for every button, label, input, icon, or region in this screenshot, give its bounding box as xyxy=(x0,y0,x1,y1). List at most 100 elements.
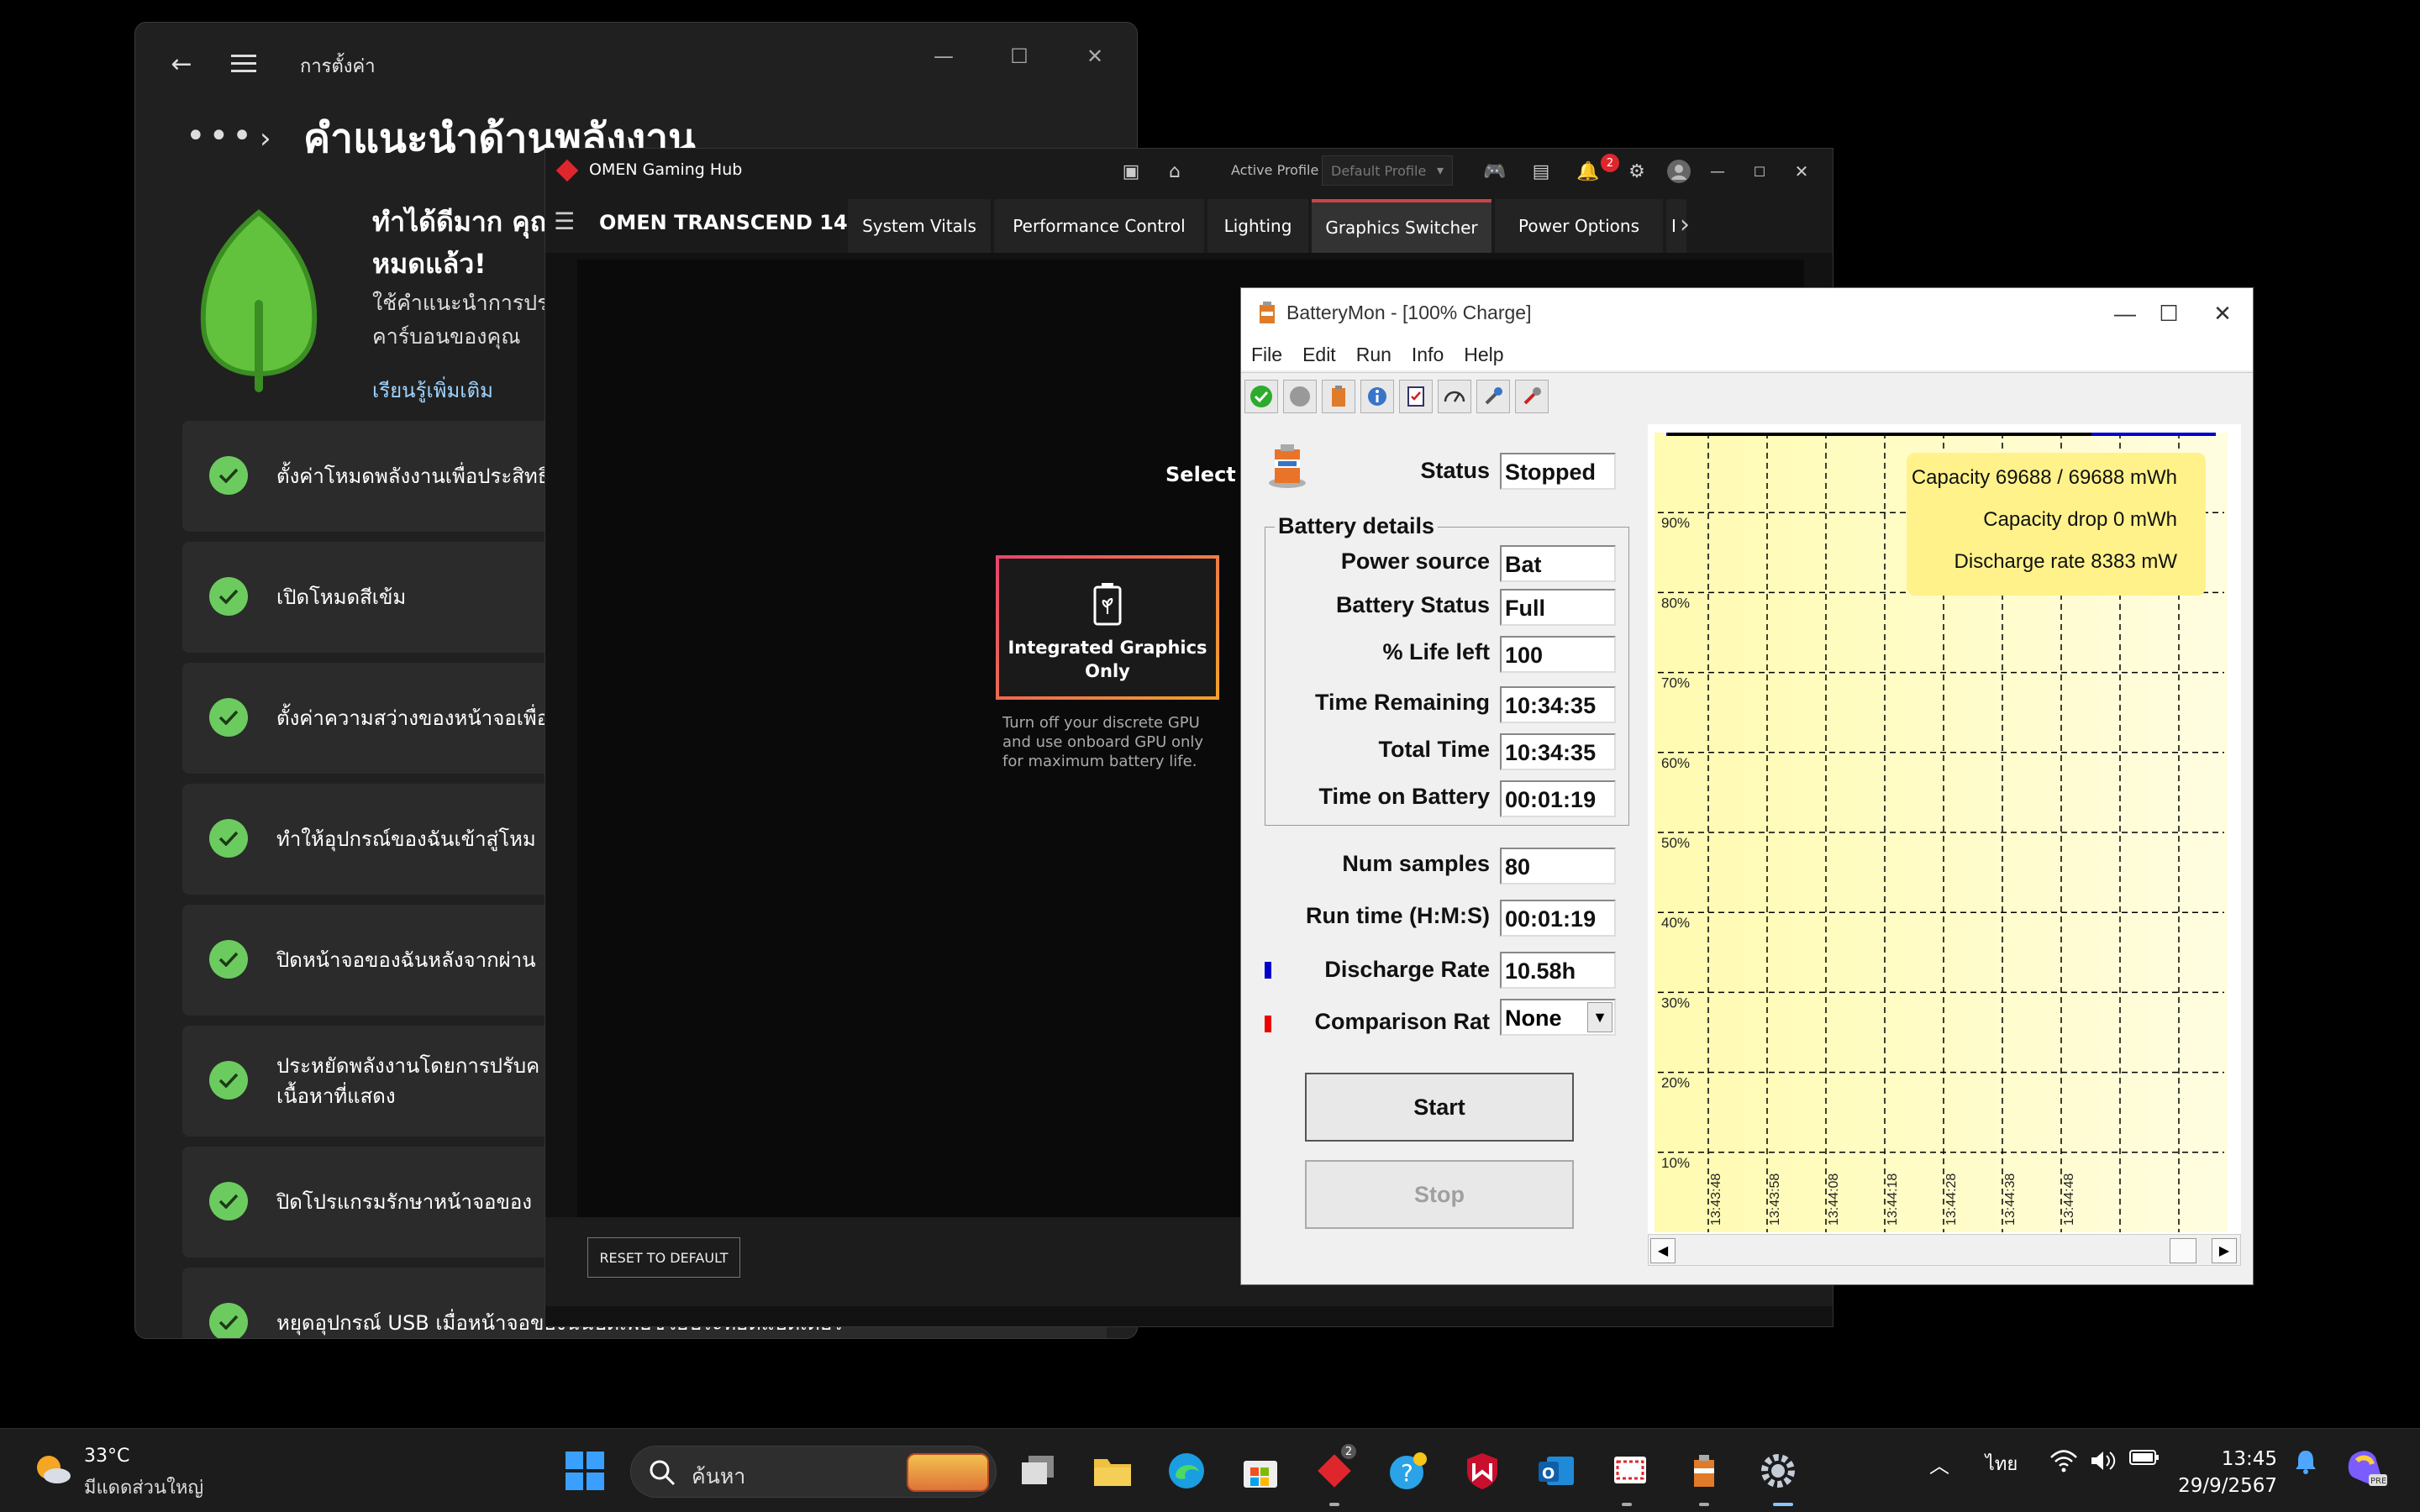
menu-run[interactable]: Run xyxy=(1346,339,1402,370)
battery-details-title: Battery details xyxy=(1275,513,1439,539)
settings-app-title: การตั้งค่า xyxy=(300,56,376,77)
info-toolbar-icon[interactable] xyxy=(1360,380,1394,413)
active-profile-label: Active Profile xyxy=(1231,162,1319,178)
partly-sunny-icon[interactable] xyxy=(30,1447,74,1491)
edge-browser-icon[interactable] xyxy=(1163,1447,1210,1494)
comparison-rate-marker xyxy=(1265,1016,1271,1032)
close-button[interactable]: ✕ xyxy=(1789,159,1814,184)
menu-file[interactable]: File xyxy=(1241,339,1292,370)
reset-to-default-button[interactable]: RESET TO DEFAULT xyxy=(587,1237,740,1278)
maximize-button[interactable]: ☐ xyxy=(994,39,1044,73)
close-button[interactable]: ✕ xyxy=(2197,295,2248,332)
gamepad-icon[interactable]: 🎮 xyxy=(1476,159,1513,184)
omen-titlebar: OMEN Gaming Hub ▣ ⌂ Active Profile Defau… xyxy=(545,149,1833,192)
weather-temperature[interactable]: 33°C xyxy=(84,1446,129,1467)
chevron-up-icon[interactable]: ︿ xyxy=(1924,1449,1954,1478)
batterymon-title: BatteryMon - [100% Charge] xyxy=(1286,302,1532,323)
batterymon-taskbar-icon[interactable] xyxy=(1681,1447,1728,1494)
time-remaining-value: 10:34:35 xyxy=(1500,686,1616,723)
stop-toolbar-icon[interactable] xyxy=(1283,380,1317,413)
total-time-value: 10:34:35 xyxy=(1500,733,1616,770)
copilot-icon[interactable]: PRE xyxy=(2343,1449,2390,1488)
taskbar-search[interactable]: ค้นหา xyxy=(630,1446,997,1498)
battery-status-icon xyxy=(1269,444,1306,488)
tab-power-options[interactable]: Power Options xyxy=(1495,199,1663,253)
search-placeholder: ค้นหา xyxy=(692,1464,746,1488)
start-button[interactable]: Start xyxy=(1305,1073,1574,1142)
active-profile-dropdown[interactable]: Default Profile ▾ xyxy=(1322,155,1453,186)
y-tick-label: 50% xyxy=(1661,835,1690,851)
volume-icon[interactable] xyxy=(2087,1449,2121,1473)
close-button[interactable]: ✕ xyxy=(1070,39,1120,73)
notification-bell-icon[interactable] xyxy=(2291,1449,2321,1474)
comparison-rate-select[interactable]: None ▼ xyxy=(1500,999,1616,1036)
learn-more-link[interactable]: เรียนรู้เพิ่มเติม xyxy=(372,374,493,407)
battery-toolbar-icon[interactable] xyxy=(1322,380,1355,413)
mcafee-icon[interactable] xyxy=(1459,1447,1506,1494)
tab-lighting[interactable]: Lighting xyxy=(1207,199,1308,253)
comparison-rate-label: Comparison Rat xyxy=(1314,1009,1490,1034)
bell-icon[interactable]: 🔔 xyxy=(1576,159,1601,184)
gear-icon[interactable]: ⚙ xyxy=(1624,159,1649,184)
time-on-battery-value: 00:01:19 xyxy=(1500,780,1616,817)
chat-icon[interactable]: ▤ xyxy=(1528,159,1554,184)
maximize-button[interactable]: ☐ xyxy=(2135,295,2202,332)
wifi-icon[interactable] xyxy=(2047,1449,2081,1473)
settings-taskbar-icon[interactable] xyxy=(1754,1447,1802,1494)
y-tick-label: 80% xyxy=(1661,595,1690,611)
minimize-button[interactable]: — xyxy=(918,39,969,73)
gauge-toolbar-icon[interactable] xyxy=(1438,380,1471,413)
horizontal-scrollbar[interactable]: ◀ ▶ xyxy=(1648,1234,2241,1266)
checkmark-icon xyxy=(209,1061,248,1100)
tools-toolbar-icon[interactable] xyxy=(1476,380,1510,413)
avatar[interactable] xyxy=(1666,159,1691,184)
settings-toolbar-icon[interactable] xyxy=(1515,380,1549,413)
minimize-button[interactable]: — xyxy=(1705,159,1730,184)
scroll-right-icon[interactable]: ▶ xyxy=(2212,1238,2237,1263)
start-toolbar-icon[interactable] xyxy=(1244,380,1278,413)
breadcrumb-overflow-icon[interactable]: ••• xyxy=(186,117,255,155)
life-left-value: 100 xyxy=(1500,636,1616,673)
widget-icon[interactable]: ▣ xyxy=(1118,159,1144,184)
file-explorer-icon[interactable] xyxy=(1089,1447,1136,1494)
task-view-icon[interactable] xyxy=(1015,1447,1062,1494)
dropdown-arrow-icon[interactable]: ▼ xyxy=(1587,1002,1612,1032)
snipping-tool-icon[interactable] xyxy=(1607,1447,1654,1494)
integrated-graphics-card[interactable]: Integrated Graphics Only xyxy=(996,555,1219,700)
scroll-left-icon[interactable]: ◀ xyxy=(1650,1238,1676,1263)
omen-hub-taskbar-icon[interactable]: 2 xyxy=(1311,1444,1358,1494)
legend-discharge-rate: Discharge rate 8383 mW xyxy=(1954,550,2177,573)
back-arrow-icon[interactable]: ← xyxy=(160,45,203,83)
menu-info[interactable]: Info xyxy=(1402,339,1454,370)
stop-button[interactable]: Stop xyxy=(1305,1160,1574,1229)
help-icon[interactable]: ? xyxy=(1385,1447,1432,1494)
menu-help[interactable]: Help xyxy=(1454,339,1513,370)
chevron-right-icon[interactable]: › xyxy=(1666,207,1703,241)
menu-edit[interactable]: Edit xyxy=(1292,339,1346,370)
maximize-button[interactable]: ☐ xyxy=(1747,159,1772,184)
hero-description-line-2: คาร์บอนของคุณ xyxy=(372,324,521,349)
y-tick-label: 20% xyxy=(1661,1075,1690,1091)
weather-condition[interactable]: มีแดดส่วนใหญ่ xyxy=(84,1473,203,1502)
scroll-thumb[interactable] xyxy=(2170,1238,2196,1263)
windows-start-icon[interactable] xyxy=(561,1447,608,1494)
tab-graphics-switcher[interactable]: Graphics Switcher xyxy=(1312,199,1491,253)
hamburger-menu-icon[interactable]: ☰ xyxy=(554,207,575,235)
home-icon[interactable]: ⌂ xyxy=(1162,159,1187,184)
outlook-icon[interactable]: O xyxy=(1533,1447,1580,1494)
tab-performance-control[interactable]: Performance Control xyxy=(994,199,1204,253)
tab-system-vitals[interactable]: System Vitals xyxy=(848,199,991,253)
device-name: OMEN TRANSCEND 14 xyxy=(599,211,848,234)
checkmark-icon xyxy=(209,698,248,737)
life-left-label: % Life left xyxy=(1382,639,1490,664)
language-indicator[interactable]: ไทย xyxy=(1978,1449,2025,1478)
recommendation-label: ประหยัดพลังงานโดยการปรับค เนื้อหาที่แสดง xyxy=(276,1054,540,1108)
batterymon-titlebar: BatteryMon - [100% Charge] — ☐ ✕ xyxy=(1241,288,2253,339)
clock-time: 13:45 xyxy=(2221,1448,2277,1470)
microsoft-store-icon[interactable] xyxy=(1237,1447,1284,1494)
hero-description-line-1: ใช้คำแนะนำการประ xyxy=(372,291,560,315)
checkmark-icon xyxy=(209,940,248,979)
checklist-toolbar-icon[interactable] xyxy=(1399,380,1433,413)
clock[interactable]: 13:45 29/9/2567 xyxy=(2151,1446,2277,1499)
menu-icon[interactable] xyxy=(223,45,265,83)
